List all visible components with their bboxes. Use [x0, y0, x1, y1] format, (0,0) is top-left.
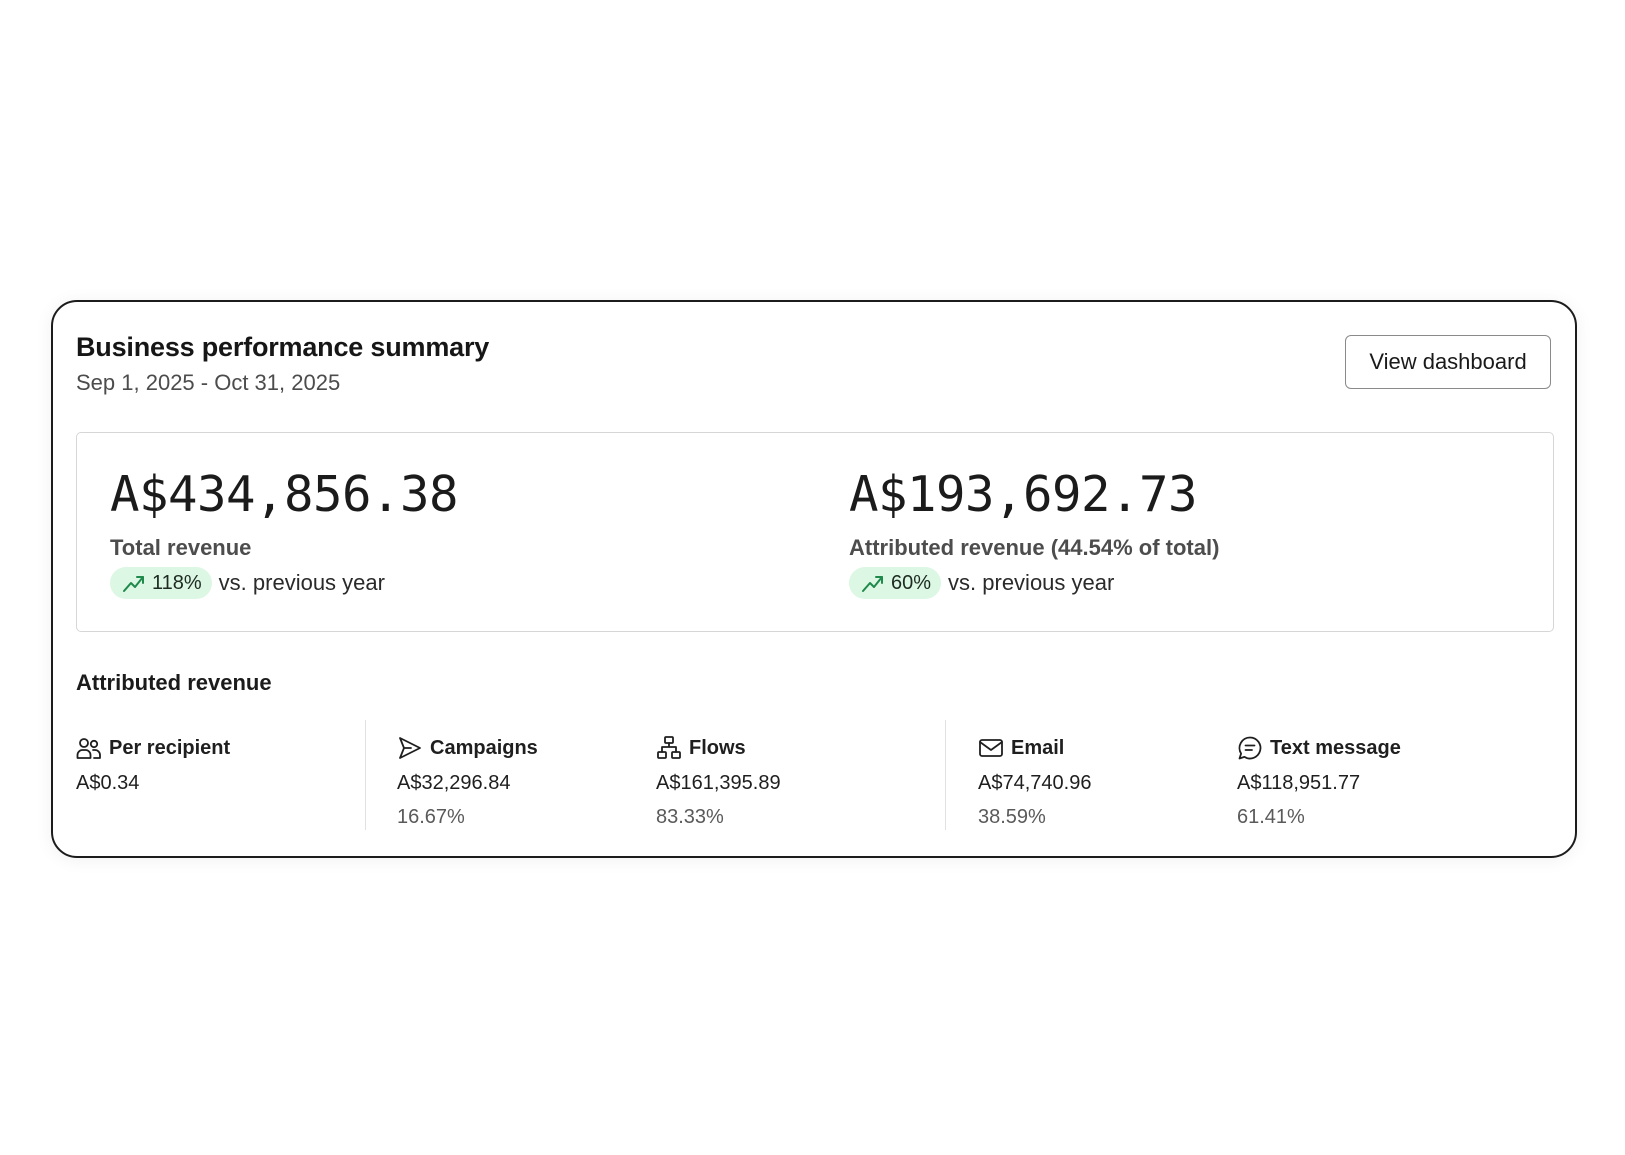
trend-badge: 60%: [849, 567, 942, 599]
text-message-percent: 61.41%: [1237, 806, 1305, 828]
flows-percent: 83.33%: [656, 806, 724, 828]
attributed-revenue-value: A$193,692.73: [849, 466, 1198, 523]
date-range: Sep 1, 2025 - Oct 31, 2025: [76, 370, 341, 395]
total-revenue-label: Total revenue: [110, 535, 252, 560]
attributed-revenue-metric: A$193,692.73 Attributed revenue (44.54% …: [849, 465, 1219, 599]
email-stat: Email A$74,740.96 38.59%: [978, 734, 1091, 829]
flow-icon: [657, 736, 681, 759]
email-label: Email: [1011, 736, 1065, 759]
campaigns-label: Campaigns: [430, 736, 538, 759]
trending-up-icon: [123, 576, 144, 592]
text-message-label: Text message: [1270, 736, 1401, 759]
total-revenue-trend: 118% vs. previous year: [110, 567, 458, 599]
view-dashboard-button[interactable]: View dashboard: [1345, 335, 1551, 389]
per-recipient-stat: Per recipient A$0.34: [76, 734, 230, 795]
per-recipient-label: Per recipient: [109, 736, 231, 759]
flows-stat: Flows A$161,395.89 83.33%: [656, 734, 781, 829]
text-message-value: A$118,951.77: [1237, 772, 1361, 794]
totals-panel: A$434,856.38 Total revenue 118% vs. prev…: [76, 432, 1554, 632]
trend-suffix: vs. previous year: [948, 570, 1115, 595]
divider: [945, 720, 946, 830]
email-percent: 38.59%: [978, 806, 1046, 828]
page-title: Business performance summary: [76, 332, 490, 362]
text-message-stat: Text message A$118,951.77 61.41%: [1237, 734, 1401, 829]
campaigns-stat: Campaigns A$32,296.84 16.67%: [397, 734, 538, 829]
divider: [365, 720, 366, 830]
attributed-revenue-trend: 60% vs. previous year: [849, 567, 1219, 599]
trending-up-icon: [862, 576, 883, 592]
users-icon: [76, 738, 101, 759]
mail-icon: [979, 739, 1003, 757]
attributed-revenue-label: Attributed revenue (44.54% of total): [849, 535, 1220, 560]
trend-suffix: vs. previous year: [218, 570, 385, 595]
send-icon: [399, 737, 421, 759]
campaigns-value: A$32,296.84: [397, 772, 511, 794]
total-revenue-value: A$434,856.38: [110, 466, 459, 523]
trend-value: 60%: [891, 571, 932, 594]
trend-value: 118%: [152, 571, 202, 594]
total-revenue-metric: A$434,856.38 Total revenue 118% vs. prev…: [110, 465, 459, 599]
campaigns-percent: 16.67%: [397, 806, 465, 828]
email-value: A$74,740.96: [978, 772, 1092, 794]
performance-summary-card: Business performance summary Sep 1, 2025…: [51, 300, 1577, 858]
flows-label: Flows: [689, 736, 746, 759]
per-recipient-value: A$0.34: [76, 772, 140, 794]
attributed-revenue-title: Attributed revenue: [76, 670, 272, 695]
flows-value: A$161,395.89: [656, 772, 781, 794]
message-icon: [1238, 736, 1262, 760]
trend-badge: 118%: [110, 567, 212, 599]
